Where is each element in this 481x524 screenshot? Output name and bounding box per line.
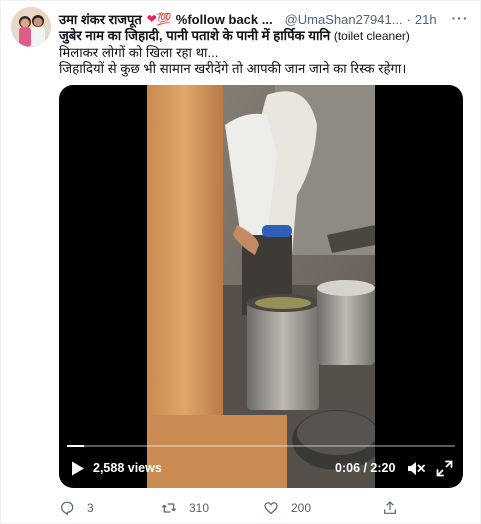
reply-icon xyxy=(61,501,74,516)
share-button[interactable] xyxy=(382,498,398,518)
retweet-count: 310 xyxy=(189,501,210,515)
video-frame[interactable] xyxy=(147,85,375,488)
author-name-suffix[interactable]: %follow back ... xyxy=(176,12,273,27)
video-progress-bar[interactable] xyxy=(67,445,455,447)
retweet-icon xyxy=(161,503,177,513)
author-handle[interactable]: @UmaShan27941... xyxy=(285,12,403,27)
play-icon[interactable] xyxy=(71,461,85,476)
tweet-text: जुबेर नाम का जिहादी, पानी पताशे के पानी … xyxy=(59,28,474,78)
reply-count: 3 xyxy=(87,501,94,515)
video-player[interactable]: 2,588 views 0:06 / 2:20 xyxy=(59,85,463,488)
heart-icon: ❤ xyxy=(146,12,157,26)
heart-outline-icon xyxy=(264,502,278,515)
tweet-header: उमा शंकर राजपूत ❤💯 %follow back ... @Uma… xyxy=(59,10,471,28)
tweet-text-line-1: जुबेर नाम का जिहादी, पानी पताशे के पानी … xyxy=(59,28,474,45)
separator: · xyxy=(406,11,411,27)
video-progress-fill xyxy=(67,445,84,447)
tweet-text-line-1-latin: (toilet cleaner) xyxy=(333,29,410,43)
reply-button[interactable]: 3 xyxy=(59,498,94,518)
tweet-card[interactable]: उमा शंकर राजपूत ❤💯 %follow back ... @Uma… xyxy=(0,0,481,524)
tweet-text-line-1-main: जुबेर नाम का जिहादी, पानी पताशे के पानी … xyxy=(59,28,334,43)
like-button[interactable]: 200 xyxy=(263,498,311,518)
author-badges: ❤💯 xyxy=(147,12,172,26)
video-controls: 2,588 views 0:06 / 2:20 xyxy=(59,455,463,481)
retweet-button[interactable]: 310 xyxy=(161,498,209,518)
view-count: 2,588 views xyxy=(93,461,162,475)
tweet-actions: 3 310 200 xyxy=(59,498,439,518)
like-count: 200 xyxy=(291,501,312,515)
author-name[interactable]: उमा शंकर राजपूत xyxy=(59,10,142,28)
tweet-text-line-2: मिलाकर लोगों को खिला रहा था... xyxy=(59,44,219,60)
tweet-timestamp[interactable]: 21h xyxy=(415,12,437,27)
tweet-text-line-3: जिहादियों से कुछ भी सामान खरीदेंगे तो आप… xyxy=(59,61,407,76)
avatar[interactable] xyxy=(11,7,51,47)
hundred-emoji: 💯 xyxy=(156,12,172,26)
video-time: 0:06 / 2:20 xyxy=(335,461,396,475)
mute-icon[interactable] xyxy=(407,460,425,477)
fullscreen-icon[interactable] xyxy=(436,460,453,477)
more-options-icon[interactable]: ··· xyxy=(449,8,471,28)
share-icon xyxy=(384,501,396,514)
